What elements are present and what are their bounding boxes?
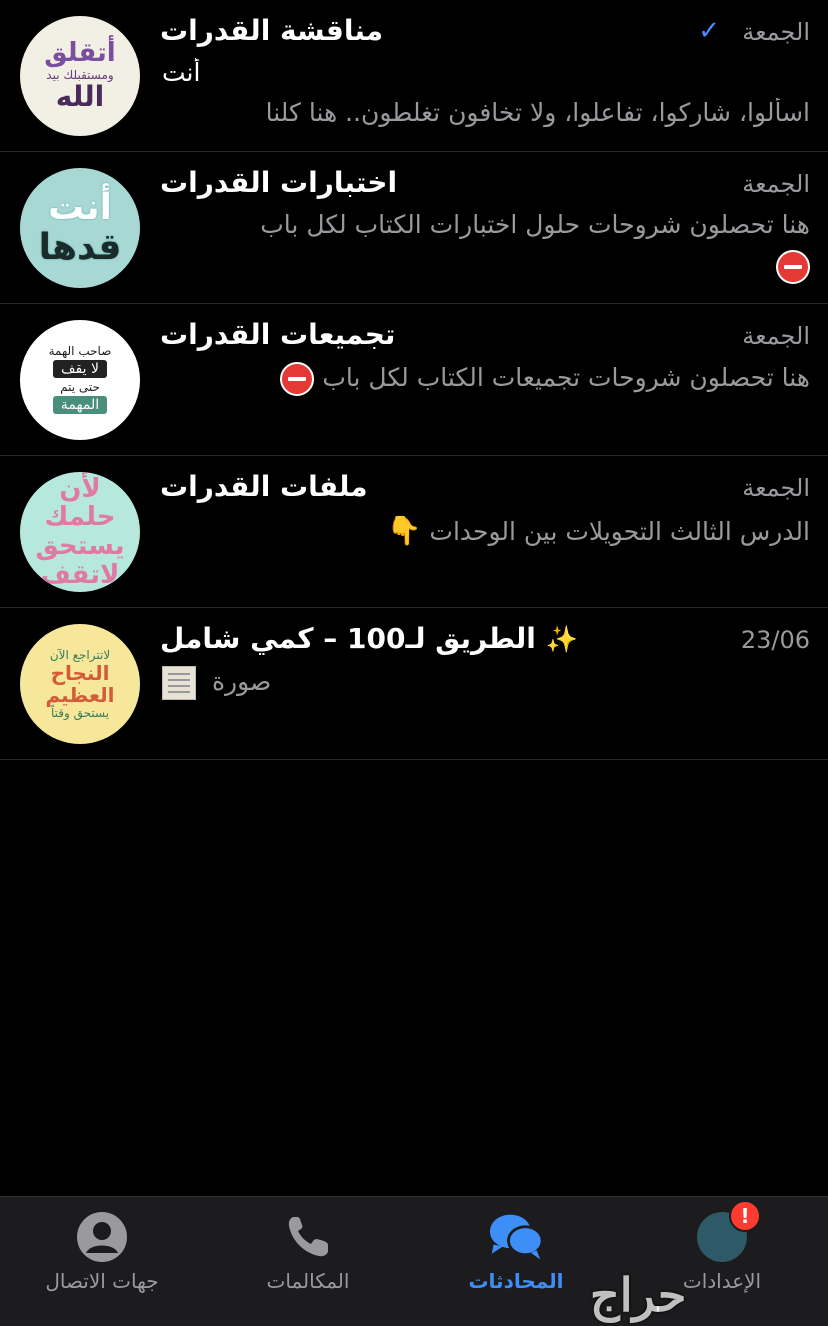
stop-sign-icon	[280, 362, 315, 396]
avatar-text: لأن حلمك	[44, 473, 116, 533]
avatar-text: يستحق وقتاً	[50, 706, 110, 720]
avatar-text: لا يقف	[53, 360, 107, 378]
chat-title: اختبارات القدرات	[160, 166, 398, 199]
chat-avatar: أنت قدها	[20, 168, 140, 288]
stop-sign-icon	[776, 250, 810, 284]
message-preview-text: صورة	[211, 667, 272, 696]
message-preview: صورة	[162, 666, 810, 700]
settings-avatar-image: !	[697, 1200, 761, 1262]
contacts-icon	[74, 1209, 130, 1265]
message-preview: هنا تحصلون شروحات حلول اختبارات الكتاب ل…	[260, 210, 810, 239]
avatar-text: الله	[55, 80, 105, 114]
tab-calls[interactable]: المكالمات	[218, 1209, 398, 1309]
row-separator	[0, 759, 828, 760]
avatar-text: قدها	[38, 227, 122, 268]
chat-title: ✨ الطريق لـ100 – كمي شامل	[160, 622, 578, 655]
message-preview-text: الدرس الثالث التحويلات بين الوحدات	[429, 517, 810, 546]
tab-bar: جهات الاتصال المكالمات المحادثات ! الإعد…	[0, 1196, 828, 1326]
chat-row-files[interactable]: لأن حلمك يستحق لاتقف ملفات القدرات الجمع…	[0, 456, 828, 608]
avatar-text: صاحب الهمة	[48, 343, 112, 358]
avatar-text: حتى يتم	[60, 380, 100, 394]
avatar-text: المهمة	[52, 396, 108, 415]
message-preview-emoji	[162, 250, 810, 284]
chat-row-collections[interactable]: صاحب الهمة لا يقف حتى يتم المهمة تجميعات…	[0, 304, 828, 456]
tab-label: جهات الاتصال	[45, 1269, 159, 1293]
tab-label: الإعدادات	[682, 1269, 762, 1293]
chat-avatar: لاتتراجع الآن النجاح العظيم يستحق وقتاً	[20, 624, 140, 744]
chat-row-road-to-100[interactable]: لاتتراجع الآن النجاح العظيم يستحق وقتاً …	[0, 608, 828, 760]
chat-title: مناقشة القدرات	[160, 14, 384, 47]
chat-row-tests[interactable]: أنت قدها اختبارات القدرات الجمعة هنا تحص…	[0, 152, 828, 304]
photo-thumbnail-icon	[162, 666, 196, 700]
sparkles-icon: ✨	[545, 625, 578, 655]
avatar-text: النجاح العظيم	[45, 661, 115, 707]
chat-avatar: لأن حلمك يستحق لاتقف	[20, 472, 140, 592]
alert-badge: !	[729, 1200, 761, 1232]
avatar-text: لاتقف	[40, 559, 120, 590]
message-sender: أنت	[162, 58, 201, 87]
chat-title: ملفات القدرات	[160, 470, 368, 503]
chat-list: أتقلق ومستقبلك بيد الله مناقشة القدرات ✓…	[0, 0, 828, 760]
chat-row-discussion[interactable]: أتقلق ومستقبلك بيد الله مناقشة القدرات ✓…	[0, 0, 828, 152]
message-preview: اسألوا، شاركوا، تفاعلوا، ولا تخافون تغلط…	[265, 98, 810, 127]
chat-avatar: أتقلق ومستقبلك بيد الله	[20, 16, 140, 136]
chat-time: الجمعة	[742, 18, 810, 46]
read-check-icon: ✓	[698, 16, 720, 46]
watermark-logo: حراج	[590, 1268, 687, 1322]
phone-icon	[280, 1209, 336, 1265]
tab-chats[interactable]: المحادثات	[426, 1209, 606, 1309]
tab-contacts[interactable]: جهات الاتصال	[12, 1209, 192, 1309]
message-preview: هنا تحصلون شروحات تجميعات الكتاب لكل باب	[162, 362, 810, 396]
chat-time: الجمعة	[742, 322, 810, 350]
chat-title: تجميعات القدرات	[160, 318, 396, 351]
chat-time: الجمعة	[742, 170, 810, 198]
tab-label: المكالمات	[266, 1269, 350, 1293]
chat-time: الجمعة	[742, 474, 810, 502]
profile-avatar: !	[694, 1200, 761, 1265]
avatar-text: أتقلق	[44, 38, 116, 69]
avatar-text: أنت	[48, 187, 112, 229]
pointing-down-icon: 👇	[386, 514, 422, 547]
chat-avatar: صاحب الهمة لا يقف حتى يتم المهمة	[20, 320, 140, 440]
message-preview-text: هنا تحصلون شروحات تجميعات الكتاب لكل باب	[322, 363, 810, 392]
avatar-text: يستحق	[35, 531, 125, 561]
chat-time: 23/06	[740, 626, 810, 654]
chat-title-text: الطريق لـ100 – كمي شامل	[160, 622, 536, 655]
avatar-text: لاتتراجع الآن	[49, 647, 111, 662]
chat-bubbles-icon	[488, 1209, 544, 1265]
message-preview: الدرس الثالث التحويلات بين الوحدات 👇	[162, 514, 810, 547]
tab-label: المحادثات	[468, 1269, 564, 1293]
